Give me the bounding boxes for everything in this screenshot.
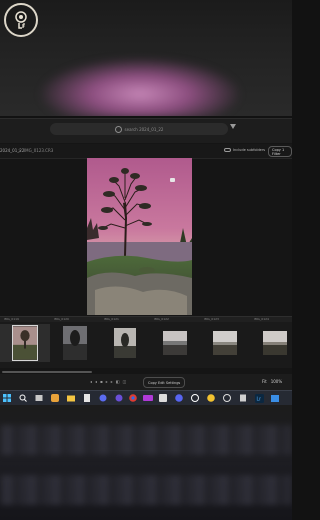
- search-input[interactable]: search 2024_01_22: [50, 123, 228, 135]
- copy-edit-settings-button[interactable]: Copy Edit Settings: [143, 377, 186, 388]
- film-label: IMG_0123: [204, 317, 219, 321]
- clipboard-icon[interactable]: [238, 393, 248, 403]
- toggle-icon: [224, 148, 231, 152]
- clock-icon[interactable]: [222, 393, 232, 403]
- blurred-header-area: [0, 0, 292, 116]
- filter-icon[interactable]: [230, 124, 236, 129]
- include-subfolders-toggle[interactable]: Include subfolders: [224, 148, 265, 152]
- thumb-image: [213, 331, 237, 355]
- filmstrip-scrollbar[interactable]: [2, 371, 92, 373]
- task-view-icon[interactable]: [34, 393, 44, 403]
- photo-preview[interactable]: [87, 158, 192, 315]
- breadcrumb-bar: 2024_01_22 > IMG_0123.CR3 Include subfol…: [0, 144, 292, 159]
- search-icon: [114, 125, 122, 133]
- top-toolbar: search 2024_01_22: [0, 118, 292, 143]
- thumb-image: [114, 328, 136, 358]
- thumb-image: [163, 331, 187, 355]
- zoom-controls: Fit 100%: [262, 379, 282, 384]
- zoom-level[interactable]: 100%: [271, 379, 282, 384]
- yellow-app-icon[interactable]: [206, 393, 216, 403]
- thumb-image: [63, 326, 87, 360]
- widgets-icon[interactable]: [50, 393, 60, 403]
- camera-lens-icon: [15, 11, 27, 29]
- app-icon[interactable]: [143, 393, 153, 403]
- notes-icon[interactable]: [82, 393, 92, 403]
- sunset-tree-photo: [87, 158, 192, 315]
- breadcrumb-separator: >: [18, 148, 22, 153]
- film-label: IMG_0120: [54, 317, 69, 321]
- channel-badge-logo: [4, 3, 38, 37]
- copy-edit-settings-label: Copy Edit Settings: [148, 380, 181, 385]
- stop-icon[interactable]: ▪: [100, 379, 103, 384]
- thumbnail[interactable]: [200, 324, 250, 362]
- blur-band: [0, 425, 292, 455]
- thumbnail-selected[interactable]: [0, 324, 50, 362]
- film-label: IMG_0119: [4, 317, 19, 321]
- paging-controls: ◂ ◂ ▪ ▸ ▸ ◧ ◫: [90, 379, 126, 384]
- thumb-image: [263, 331, 287, 355]
- thumbnail[interactable]: [250, 324, 300, 362]
- svg-text:Lr: Lr: [256, 396, 261, 402]
- store-icon[interactable]: [270, 393, 280, 403]
- windows-taskbar: Lr: [0, 390, 292, 405]
- blurred-footer-area: [0, 405, 292, 520]
- prev-page-icon[interactable]: ◂: [95, 379, 97, 384]
- film-label: IMG_0124: [254, 317, 269, 321]
- thumb-image: [12, 325, 38, 361]
- next-page-icon[interactable]: ▸: [106, 379, 108, 384]
- blur-band: [0, 475, 292, 505]
- vpn-icon[interactable]: [98, 393, 108, 403]
- app-window: search 2024_01_22 2024_01_22 > IMG_0123.…: [0, 118, 292, 390]
- copy-filter-label: Copy 1 Filter: [272, 147, 285, 156]
- windows-icon[interactable]: [2, 393, 12, 403]
- pink-glow: [40, 58, 240, 116]
- last-page-icon[interactable]: ▸: [111, 379, 113, 384]
- unreal-icon[interactable]: [190, 393, 200, 403]
- lightroom-icon[interactable]: Lr: [254, 393, 264, 403]
- file-explorer-icon[interactable]: [66, 393, 76, 403]
- thumbnail[interactable]: [50, 324, 100, 362]
- photos-icon[interactable]: [158, 393, 168, 403]
- search-text: search 2024_01_22: [124, 126, 164, 132]
- search-icon[interactable]: [18, 393, 28, 403]
- film-label: IMG_0121: [104, 317, 119, 321]
- breadcrumb-file[interactable]: IMG_0123.CR3: [24, 148, 53, 153]
- filmstrip: [0, 322, 292, 368]
- bottom-toolbar: ◂ ◂ ▪ ▸ ▸ ◧ ◫ Copy Edit Settings Fit 100…: [0, 374, 292, 390]
- cursor-indicator: [170, 178, 175, 182]
- thumbnail[interactable]: [150, 324, 200, 362]
- grid-icon[interactable]: ◫: [123, 379, 127, 384]
- include-subfolders-label: Include subfolders: [233, 148, 266, 152]
- film-label: IMG_0122: [154, 317, 169, 321]
- chrome-icon[interactable]: [128, 393, 138, 403]
- discord-icon[interactable]: [174, 393, 184, 403]
- copilot-icon[interactable]: [114, 393, 124, 403]
- thumbnail[interactable]: [100, 324, 150, 362]
- copy-filter-button[interactable]: Copy 1 Filter: [268, 146, 292, 157]
- fit-button[interactable]: Fit: [262, 379, 267, 384]
- first-page-icon[interactable]: ◂: [90, 379, 92, 384]
- compare-icon[interactable]: ◧: [116, 379, 120, 384]
